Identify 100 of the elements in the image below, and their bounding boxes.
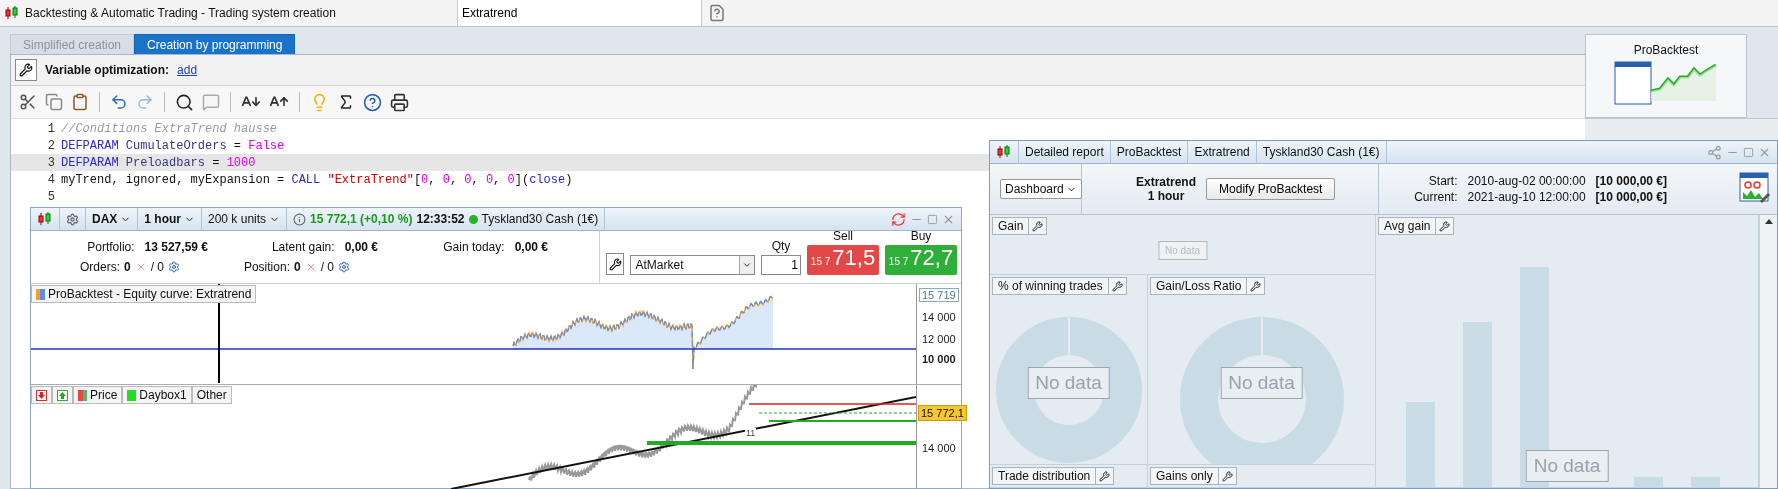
help-icon[interactable] xyxy=(708,4,726,22)
stat-value: 0,00 € xyxy=(344,240,378,254)
period-amount: [10 000,00 €] xyxy=(1595,174,1667,188)
wrench-icon[interactable] xyxy=(1111,280,1123,292)
report-tab[interactable]: Extratrend xyxy=(1188,141,1257,163)
timeframe-dropdown[interactable]: 1 hour xyxy=(138,208,202,230)
qty-label: Qty xyxy=(771,239,791,253)
side-label: Sell xyxy=(833,229,853,243)
legend-item[interactable]: Daybox1 xyxy=(122,386,192,404)
legend-item[interactable]: Other xyxy=(191,386,232,404)
caret-icon xyxy=(742,260,752,270)
move-down-icon[interactable] xyxy=(36,389,47,401)
no-data-label: No data xyxy=(1220,367,1303,399)
widget-header[interactable]: Trade distribution xyxy=(992,467,1115,485)
print-icon[interactable] xyxy=(390,92,409,112)
line-number: 3 xyxy=(46,155,56,170)
view-dropdown[interactable]: Dashboard xyxy=(1000,179,1082,199)
modify-button[interactable]: Modify ProBacktest xyxy=(1206,178,1336,200)
order-type-select[interactable]: AtMarket xyxy=(630,255,755,275)
widget-header[interactable]: Gain/Loss Ratio xyxy=(1150,277,1266,295)
settings-icon[interactable] xyxy=(338,261,350,273)
widget-header[interactable]: Gains only xyxy=(1150,467,1237,485)
cut-icon[interactable] xyxy=(19,93,37,111)
sell-button[interactable]: 15 7 71,5 xyxy=(807,245,879,275)
axis-label: 15 719 xyxy=(919,288,959,302)
widget-header[interactable]: % of winning trades xyxy=(992,277,1127,295)
line-number: 5 xyxy=(46,189,56,204)
add-link[interactable]: add xyxy=(177,63,198,77)
market-name: Tyskland30 Cash (1€) xyxy=(481,212,599,226)
settings-icon[interactable] xyxy=(168,261,180,273)
wrench-icon[interactable] xyxy=(1250,280,1262,292)
stat-label: Portfolio: xyxy=(87,240,135,254)
probacktest-tile[interactable]: ProBacktest xyxy=(1585,34,1747,118)
copy-icon[interactable] xyxy=(45,93,63,111)
line-number: 1 xyxy=(46,121,56,136)
candlestick-icon xyxy=(37,211,53,227)
wrench-icon[interactable] xyxy=(1032,220,1044,232)
qty-field[interactable]: 1 xyxy=(761,255,801,275)
wrench-icon[interactable] xyxy=(1221,470,1233,482)
up-arrow-icon[interactable] xyxy=(1764,219,1773,224)
wrench-icon[interactable] xyxy=(1439,220,1451,232)
side-label: Buy xyxy=(910,229,932,243)
stat-value: 13 527,59 € xyxy=(144,240,208,254)
count-value: 0 xyxy=(293,260,301,274)
move-up-icon[interactable] xyxy=(57,389,68,401)
widget-header[interactable]: Avg gain xyxy=(1378,217,1455,235)
system-name: Extratrend xyxy=(1136,175,1197,189)
widget-header[interactable]: Gain xyxy=(992,217,1048,235)
report-settings-icon[interactable] xyxy=(1739,172,1771,204)
optimization-label: Variable optimization: xyxy=(45,63,170,77)
axis-label: 14 000 xyxy=(921,441,957,455)
help-icon[interactable] xyxy=(363,92,382,112)
wrench-button[interactable] xyxy=(15,59,37,81)
line-number: 2 xyxy=(46,138,56,153)
report-tab[interactable]: Detailed report xyxy=(1019,141,1111,163)
legend-item[interactable]: Price xyxy=(73,386,123,404)
stat-value: 0,00 € xyxy=(514,240,548,254)
code-line: //Conditions ExtraTrend hausse xyxy=(61,121,278,136)
status-dot xyxy=(468,214,478,224)
report-tab[interactable]: ProBacktest xyxy=(1110,141,1189,163)
price-change: 15 772,1 (+0,10 %) xyxy=(310,212,413,226)
instrument-dropdown[interactable]: DAX xyxy=(86,208,139,230)
report-tab[interactable]: Tyskland30 Cash (1€) xyxy=(1256,141,1387,163)
report-chart-icon xyxy=(1614,61,1718,105)
units-dropdown[interactable]: 200 k units xyxy=(202,208,288,230)
period-date: 2021-aug-10 12:00:00 xyxy=(1467,190,1586,204)
count-total: / 0 xyxy=(320,260,334,274)
settings-icon[interactable] xyxy=(66,212,79,226)
window-title: Backtesting & Automatic Trading - Trading system creation xyxy=(25,6,336,20)
undo-icon[interactable] xyxy=(110,93,128,111)
line-number: 4 xyxy=(46,172,56,187)
no-data-label: No data xyxy=(1525,450,1609,482)
refresh-icon[interactable] xyxy=(891,211,906,227)
system-name-field[interactable]: Extratrend xyxy=(458,0,702,26)
wrench-icon[interactable] xyxy=(1099,470,1111,482)
code-line: myTrend, ignored, myExpansion = CALL "ExtraTrend"[0, 0, 0, 0, 0](close) xyxy=(61,172,573,187)
info-icon[interactable] xyxy=(293,212,307,226)
wrench-button[interactable] xyxy=(606,253,625,275)
timeframe-label: 1 hour xyxy=(1147,189,1185,203)
stat-label: Latent gain: xyxy=(271,240,335,254)
search-icon[interactable] xyxy=(175,92,194,112)
period-label: Start: xyxy=(1427,174,1458,188)
no-data-label: No data xyxy=(1027,367,1110,399)
count-value: 0 xyxy=(123,260,131,274)
tab[interactable]: Creation by programming xyxy=(134,34,296,54)
paste-icon[interactable] xyxy=(71,93,89,111)
chart-legend: ProBacktest - Equity curve: Extratrend xyxy=(31,285,257,303)
scrollbar[interactable] xyxy=(1759,215,1777,488)
period-label: Current: xyxy=(1414,190,1458,204)
trade-marker-label: 11 xyxy=(745,428,757,438)
clock-time: 12:33:52 xyxy=(416,212,465,226)
axis-label: 10 000 xyxy=(921,352,957,366)
count-label: Orders: xyxy=(79,260,120,274)
period-date: 2010-aug-02 00:00:00 xyxy=(1467,174,1586,188)
candlestick-icon xyxy=(996,144,1012,160)
candlestick-icon xyxy=(4,5,20,21)
price-badge: 15 772,1 xyxy=(918,405,967,421)
axis-label: 12 000 xyxy=(921,332,957,346)
period-amount: [10 000,00 €] xyxy=(1595,190,1667,204)
count-total: / 0 xyxy=(150,260,164,274)
